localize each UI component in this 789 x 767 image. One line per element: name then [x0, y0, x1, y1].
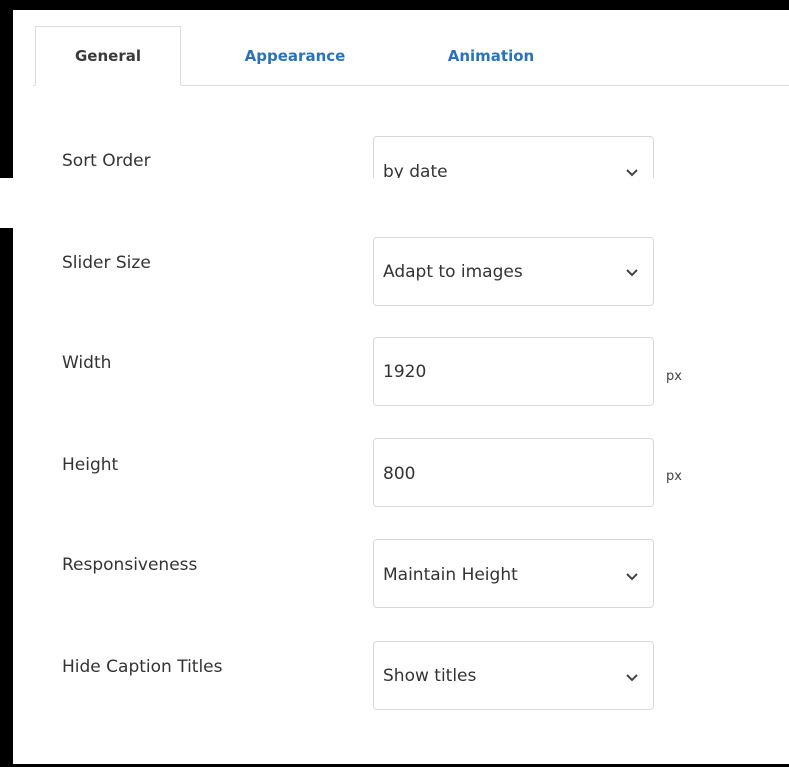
width-value: 1920 — [383, 362, 427, 382]
tab-general[interactable]: General — [35, 26, 181, 86]
height-label: Height — [62, 455, 119, 475]
responsiveness-select[interactable]: Maintain Height — [373, 539, 654, 608]
hide-caption-titles-value: Show titles — [383, 666, 477, 686]
width-unit: px — [666, 369, 682, 384]
sort-order-label: Sort Order — [62, 151, 151, 171]
tab-label: General — [75, 47, 141, 65]
sort-order-select[interactable]: by date — [373, 136, 654, 178]
settings-panel: General Appearance Animation Sort Order … — [0, 0, 789, 767]
tab-label: Animation — [447, 46, 535, 65]
tab-label: Appearance — [244, 46, 346, 65]
tab-appearance[interactable]: Appearance — [222, 26, 368, 85]
height-input[interactable]: 800 — [373, 438, 654, 507]
hide-caption-titles-label: Hide Caption Titles — [62, 657, 223, 677]
chevron-down-icon — [626, 269, 638, 277]
slider-size-label: Slider Size — [62, 253, 151, 273]
responsiveness-label: Responsiveness — [62, 555, 198, 575]
width-label: Width — [62, 353, 112, 373]
hide-caption-titles-select[interactable]: Show titles — [373, 641, 654, 710]
height-unit: px — [666, 469, 682, 484]
frame-border-left — [0, 0, 13, 178]
chevron-down-icon — [626, 573, 638, 581]
sort-order-value: by date — [383, 162, 448, 178]
height-value: 800 — [383, 464, 416, 484]
page-gap — [0, 178, 789, 228]
frame-border-left — [0, 228, 13, 767]
tab-animation[interactable]: Animation — [418, 26, 564, 85]
slider-size-value: Adapt to images — [383, 262, 523, 282]
chevron-down-icon — [626, 169, 638, 177]
responsiveness-value: Maintain Height — [383, 565, 518, 585]
width-input[interactable]: 1920 — [373, 337, 654, 406]
top-section: General Appearance Animation Sort Order … — [0, 0, 789, 178]
slider-size-select[interactable]: Adapt to images — [373, 237, 654, 306]
frame-border-top — [0, 0, 789, 10]
chevron-down-icon — [626, 674, 638, 682]
